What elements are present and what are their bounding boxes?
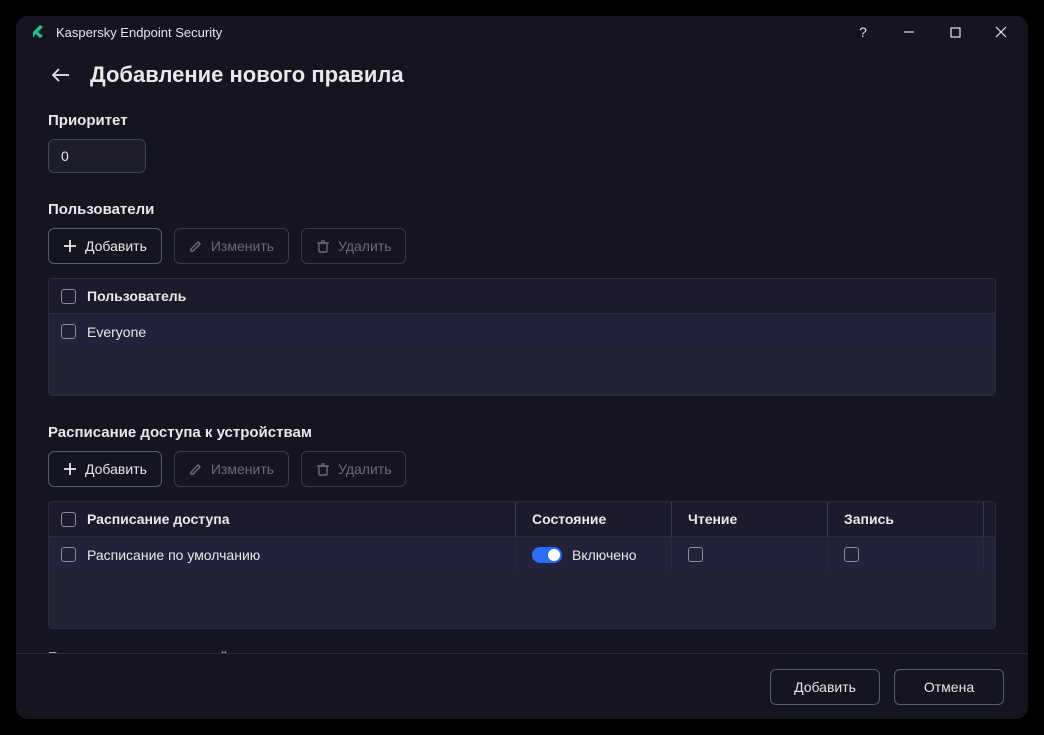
trash-icon <box>316 239 330 253</box>
schedule-state-toggle[interactable] <box>532 547 562 563</box>
schedule-edit-label: Изменить <box>211 461 274 477</box>
help-icon: ? <box>859 24 867 40</box>
schedule-col-schedule: Расписание доступа <box>87 511 515 527</box>
app-window: Kaspersky Endpoint Security ? Добавление… <box>16 16 1028 719</box>
users-add-label: Добавить <box>85 238 147 254</box>
plus-icon <box>63 462 77 476</box>
schedule-table-empty-area <box>49 572 995 628</box>
page-title: Добавление нового правила <box>90 62 404 88</box>
schedule-table: Расписание доступа Состояние Чтение Запи… <box>48 501 996 629</box>
users-edit-label: Изменить <box>211 238 274 254</box>
app-title: Kaspersky Endpoint Security <box>56 25 222 40</box>
users-delete-button[interactable]: Удалить <box>301 228 406 264</box>
schedule-add-label: Добавить <box>85 461 147 477</box>
schedule-edit-button[interactable]: Изменить <box>174 451 289 487</box>
users-table: Пользователь Everyone <box>48 278 996 396</box>
schedule-table-row[interactable]: Расписание по умолчанию Включено <box>49 536 995 572</box>
schedule-write-checkbox[interactable] <box>844 547 859 562</box>
arrow-left-icon <box>52 68 70 82</box>
users-edit-button[interactable]: Изменить <box>174 228 289 264</box>
users-table-row[interactable]: Everyone <box>49 313 995 349</box>
minimize-button[interactable] <box>886 17 932 47</box>
footer-add-label: Добавить <box>794 679 856 695</box>
users-add-button[interactable]: Добавить <box>48 228 162 264</box>
schedule-row-checkbox[interactable] <box>61 547 76 562</box>
schedule-select-all-checkbox[interactable] <box>61 512 76 527</box>
priority-label: Приоритет <box>48 112 996 129</box>
trash-icon <box>316 462 330 476</box>
schedule-delete-label: Удалить <box>338 461 391 477</box>
schedule-delete-button[interactable]: Удалить <box>301 451 406 487</box>
schedule-col-write: Запись <box>827 502 983 536</box>
schedule-row-name: Расписание по умолчанию <box>87 547 515 563</box>
users-select-all-checkbox[interactable] <box>61 289 76 304</box>
minimize-icon <box>903 26 915 38</box>
users-label: Пользователи <box>48 201 996 218</box>
kaspersky-logo-icon <box>30 24 46 40</box>
pencil-icon <box>189 239 203 253</box>
users-table-header: Пользователь <box>49 279 995 313</box>
footer-cancel-button[interactable]: Отмена <box>894 669 1004 705</box>
user-row-checkbox[interactable] <box>61 324 76 339</box>
maximize-button[interactable] <box>932 17 978 47</box>
plus-icon <box>63 239 77 253</box>
users-delete-label: Удалить <box>338 238 391 254</box>
schedule-add-button[interactable]: Добавить <box>48 451 162 487</box>
schedule-toolbar: Добавить Изменить Удалить <box>48 451 996 487</box>
close-icon <box>995 26 1007 38</box>
users-col-user: Пользователь <box>87 288 995 304</box>
users-table-empty-area <box>49 349 995 395</box>
footer-add-button[interactable]: Добавить <box>770 669 880 705</box>
schedule-col-state: Состояние <box>515 502 671 536</box>
footer-cancel-label: Отмена <box>924 679 974 695</box>
users-toolbar: Добавить Изменить Удалить <box>48 228 996 264</box>
pencil-icon <box>189 462 203 476</box>
schedule-read-checkbox[interactable] <box>688 547 703 562</box>
schedule-col-read: Чтение <box>671 502 827 536</box>
close-button[interactable] <box>978 17 1024 47</box>
schedule-state-text: Включено <box>572 547 637 563</box>
dialog-footer: Добавить Отмена <box>16 653 1028 719</box>
page-header: Добавление нового правила <box>48 56 996 102</box>
schedule-label: Расписание доступа к устройствам <box>48 424 996 441</box>
schedule-table-header: Расписание доступа Состояние Чтение Запи… <box>49 502 995 536</box>
back-button[interactable] <box>50 64 72 86</box>
content-area: Добавление нового правила Приоритет Поль… <box>16 48 1028 653</box>
help-button[interactable]: ? <box>840 17 886 47</box>
priority-input[interactable] <box>49 148 146 164</box>
user-row-name: Everyone <box>87 324 995 340</box>
titlebar: Kaspersky Endpoint Security ? <box>16 16 1028 48</box>
priority-stepper[interactable] <box>48 139 146 173</box>
maximize-icon <box>950 27 961 38</box>
